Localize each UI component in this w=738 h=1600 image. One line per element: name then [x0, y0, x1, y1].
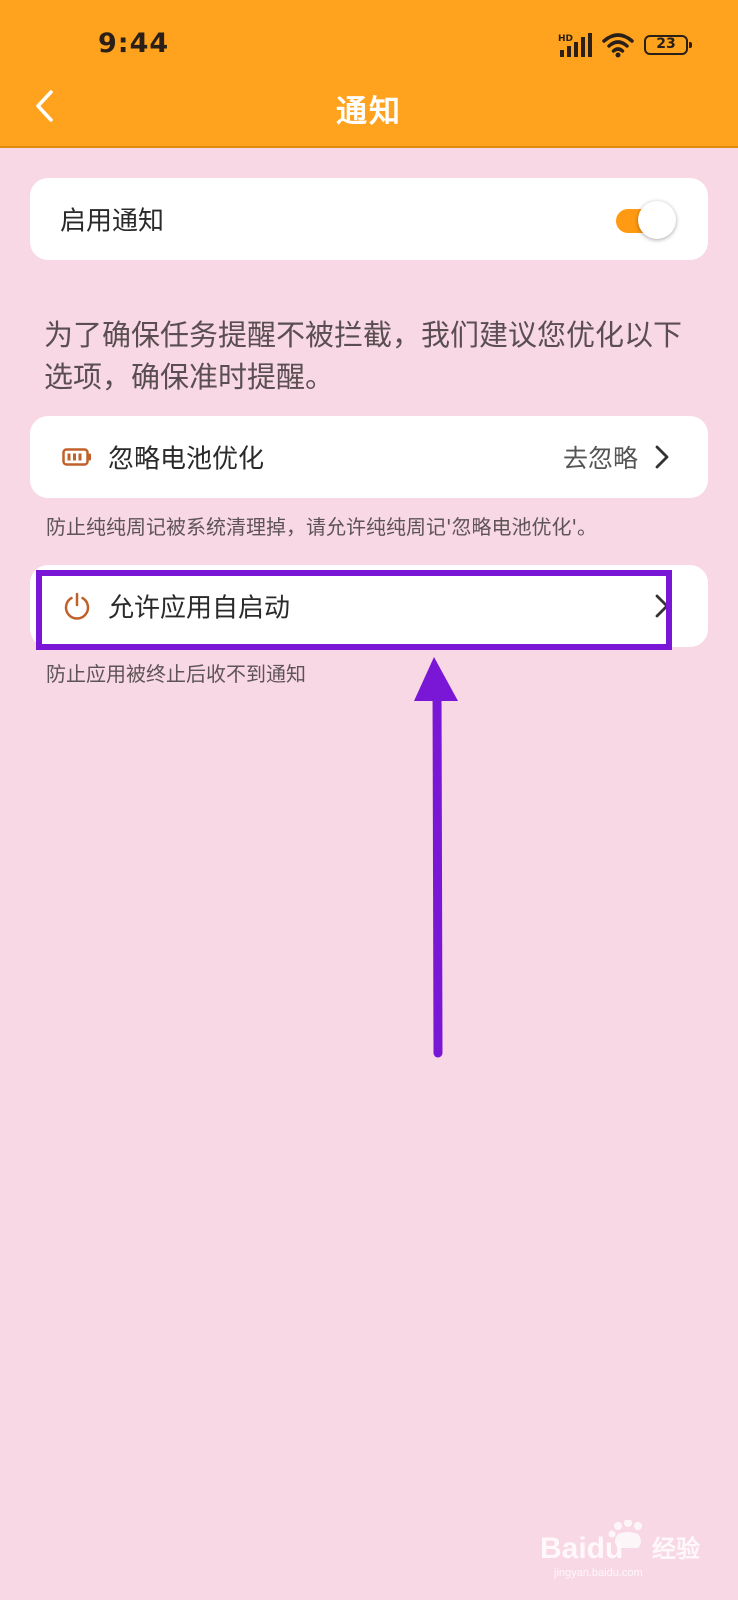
- status-icons: HD 23: [558, 30, 692, 60]
- watermark-text: 经验: [652, 1535, 700, 1563]
- battery-optimization-hint: 防止纯纯周记被系统清理掉，请允许纯纯周记'忽略电池优化'。: [46, 515, 597, 539]
- baidu-jingyan-watermark: Baidu 经验 jingyan.baidu.com: [540, 1520, 700, 1579]
- enable-notifications-toggle[interactable]: [616, 201, 676, 239]
- ignore-battery-action[interactable]: 去忽略: [563, 439, 638, 475]
- arrow-up-icon: [414, 657, 458, 1058]
- enable-notifications-card: 启用通知: [30, 178, 708, 260]
- chevron-right-icon: [655, 594, 669, 618]
- hd-signal-icon: HD: [558, 33, 592, 57]
- watermark-brand: Baidu: [540, 1532, 623, 1565]
- status-time: 9:44: [98, 28, 170, 59]
- auto-start-card[interactable]: 允许应用自启动: [30, 565, 708, 647]
- toggle-knob: [638, 201, 676, 239]
- wifi-icon: [602, 33, 634, 58]
- watermark-url: jingyan.baidu.com: [553, 1567, 643, 1579]
- battery-optimization-card[interactable]: 忽略电池优化 去忽略: [30, 416, 708, 498]
- battery-indicator: 23: [644, 35, 692, 55]
- auto-start-hint: 防止应用被终止后收不到通知: [46, 662, 306, 686]
- page-title: 通知: [336, 94, 402, 130]
- app-header: 9:44 HD 23 通知: [0, 0, 738, 148]
- chevron-right-icon: [655, 445, 669, 469]
- battery-icon: [62, 442, 92, 472]
- auto-start-label: 允许应用自启动: [108, 593, 291, 624]
- battery-optimization-label: 忽略电池优化: [108, 444, 265, 475]
- optimization-description: 为了确保任务提醒不被拦截，我们建议您优化以下选项，确保准时提醒。: [44, 318, 683, 394]
- enable-notifications-label: 启用通知: [60, 206, 165, 237]
- svg-text:HD: HD: [558, 34, 573, 44]
- power-icon: [62, 591, 92, 621]
